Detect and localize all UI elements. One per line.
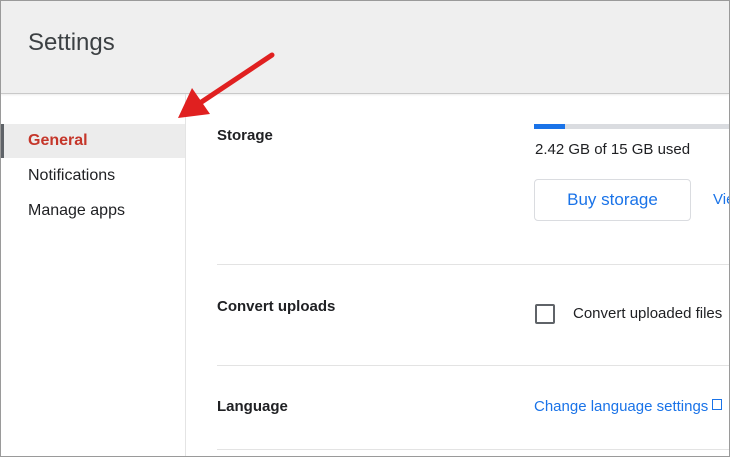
language-section-label: Language <box>217 398 288 415</box>
sidebar-item-label: Manage apps <box>28 202 125 219</box>
section-divider <box>217 449 729 450</box>
section-divider <box>217 264 729 265</box>
view-details-link[interactable]: Vie <box>713 191 729 208</box>
storage-usage-fill <box>534 124 566 129</box>
convert-uploads-section-label: Convert uploads <box>217 298 336 315</box>
sidebar-item-label: General <box>28 132 88 149</box>
sidebar-item-label: Notifications <box>28 167 116 184</box>
sidebar-item-notifications[interactable]: Notifications <box>1 159 185 193</box>
change-language-settings-link[interactable]: Change language settings <box>534 398 708 415</box>
storage-section-label: Storage <box>217 127 273 144</box>
buy-storage-button[interactable]: Buy storage <box>534 179 691 221</box>
sidebar-item-manage-apps[interactable]: Manage apps <box>1 194 185 228</box>
open-external-icon[interactable] <box>712 399 722 410</box>
storage-usage-bar <box>534 124 729 129</box>
convert-uploads-checkbox-label[interactable]: Convert uploaded files <box>573 305 722 322</box>
page-title: Settings <box>28 29 115 56</box>
section-divider <box>217 365 729 366</box>
sidebar: General Notifications Manage apps <box>1 94 186 456</box>
header: Settings <box>1 1 729 94</box>
convert-uploads-checkbox[interactable] <box>535 304 555 324</box>
storage-usage-text: 2.42 GB of 15 GB used <box>535 141 691 158</box>
settings-window: Settings General Notifications Manage ap… <box>0 0 730 457</box>
sidebar-item-general[interactable]: General <box>1 124 185 158</box>
